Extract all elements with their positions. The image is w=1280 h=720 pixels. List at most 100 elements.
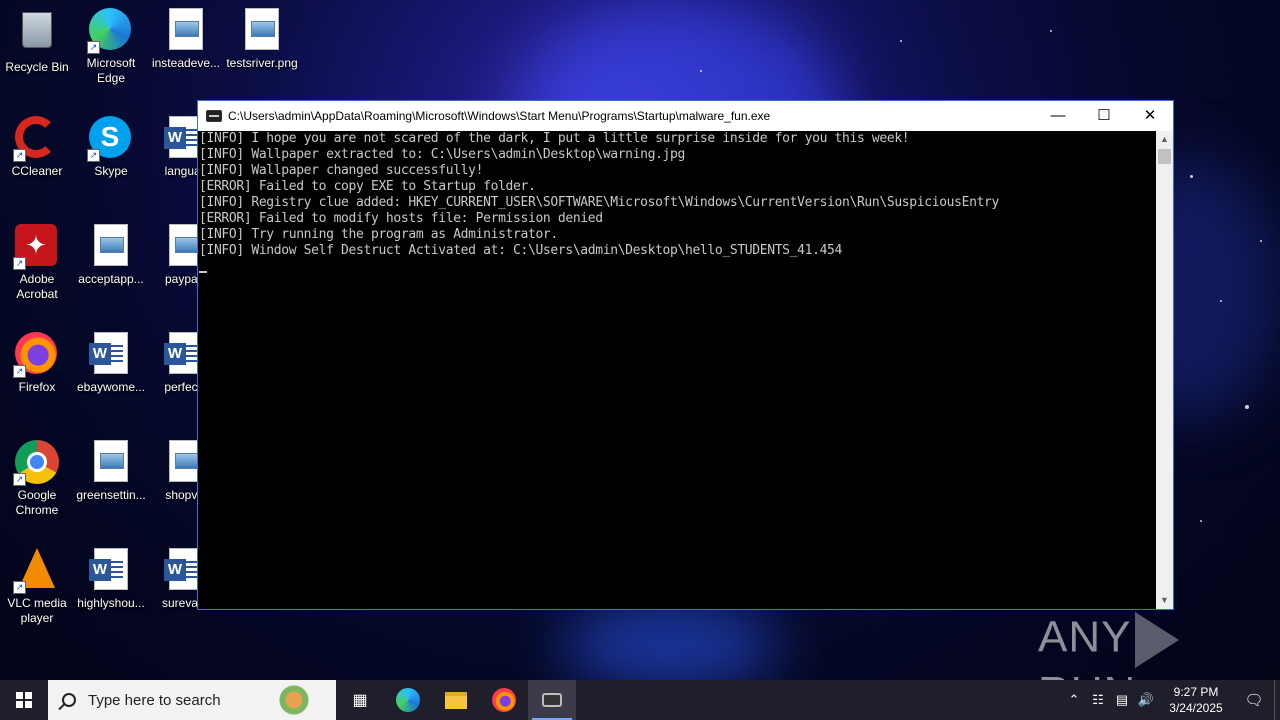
acrobat-icon: ✦ ↗ [13, 224, 59, 270]
desktop-icon-file[interactable]: greensettin... [75, 440, 147, 503]
maximize-button[interactable]: ☐ [1081, 101, 1127, 131]
search-icon [62, 693, 76, 707]
search-highlight-icon [270, 684, 330, 716]
desktop-icon-label: Adobe Acrobat [16, 272, 58, 301]
desktop-icon-label: testsriver.png [226, 56, 298, 70]
desktop-icon-acrobat[interactable]: ✦ ↗ Adobe Acrobat [1, 224, 73, 302]
star [1260, 240, 1262, 242]
edge-icon [396, 688, 420, 712]
star [1220, 300, 1222, 302]
chrome-icon: ↗ [13, 440, 59, 486]
desktop-icon-label: VLC media player [7, 596, 67, 625]
console-line: [ERROR] Failed to modify hosts file: Per… [199, 211, 603, 226]
text-cursor [199, 271, 207, 273]
firefox-icon: ↗ [13, 332, 59, 378]
window-title: C:\Users\admin\AppData\Roaming\Microsoft… [228, 109, 771, 123]
system-tray: ⌃ ☷ ▤ 🔊 9:27 PM 3/24/2025 🗨 [1062, 680, 1280, 720]
desktop-icon-label: ebaywome... [76, 380, 146, 394]
desktop-icon-label: Firefox [18, 380, 56, 394]
desktop-icon-label: Microsoft Edge [86, 56, 136, 85]
desktop-icon-vlc[interactable]: ↗ VLC media player [1, 548, 73, 626]
desktop-icon-label: Google Chrome [15, 488, 59, 517]
vlc-icon: ↗ [13, 548, 59, 594]
taskbar-console[interactable] [528, 680, 576, 720]
play-logo-icon [1135, 612, 1180, 668]
desktop-icon-label: greensettin... [76, 488, 146, 502]
network-icon[interactable]: ▤ [1110, 692, 1134, 708]
clock[interactable]: 9:27 PM 3/24/2025 [1158, 684, 1234, 716]
windows-logo-icon [16, 692, 32, 708]
notification-icon[interactable]: 🗨 [1234, 691, 1274, 709]
firefox-icon [492, 688, 516, 712]
desktop-icon-file[interactable]: acceptapp... [75, 224, 147, 287]
desktop-icon-label: highlyshou... [77, 596, 145, 610]
desktop-icon-file[interactable]: testsriver.png [226, 8, 298, 71]
star [1245, 405, 1249, 409]
console-line: [INFO] Wallpaper changed successfully! [199, 163, 484, 178]
clock-date: 3/24/2025 [1169, 701, 1223, 715]
desktop-icon-edge[interactable]: ↗ Microsoft Edge [75, 8, 147, 86]
skype-icon: S ↗ [87, 116, 133, 162]
star [1190, 175, 1193, 178]
recycle-bin-icon [15, 12, 59, 56]
console-line: [INFO] Registry clue added: HKEY_CURRENT… [199, 195, 1000, 210]
desktop-icon-label: Skype [94, 164, 128, 178]
desktop-icon-label: CCleaner [11, 164, 63, 178]
clock-time: 9:27 PM [1173, 685, 1219, 699]
image-file-icon [89, 440, 133, 484]
desktop-icon-file[interactable]: W highlyshou... [75, 548, 147, 611]
console-titlebar[interactable]: C:\Users\admin\AppData\Roaming\Microsoft… [198, 101, 1173, 131]
console-window[interactable]: C:\Users\admin\AppData\Roaming\Microsoft… [197, 100, 1174, 610]
taskbar-edge[interactable] [384, 680, 432, 720]
volume-icon[interactable]: 🔊 [1134, 692, 1158, 708]
edge-icon: ↗ [87, 8, 133, 54]
desktop-icon-file[interactable]: insteadeve... [150, 8, 222, 71]
console-line: [INFO] Window Self Destruct Activated at… [199, 243, 842, 258]
image-file-icon [89, 224, 133, 268]
start-button[interactable] [0, 680, 48, 720]
desktop-icon-label: acceptapp... [78, 272, 144, 286]
console-line: [ERROR] Failed to copy EXE to Startup fo… [199, 179, 536, 194]
minimize-button[interactable]: — [1035, 101, 1081, 131]
scroll-up-icon[interactable]: ▲ [1156, 131, 1173, 148]
vertical-scrollbar[interactable]: ▲ ▼ [1156, 131, 1173, 609]
console-output[interactable]: [INFO] I hope you are not scared of the … [198, 131, 1157, 609]
word-doc-icon: W [89, 332, 133, 376]
star [1200, 520, 1202, 522]
scroll-thumb[interactable] [1158, 149, 1171, 164]
desktop-icon-ccleaner[interactable]: ↗ CCleaner [1, 116, 73, 179]
task-view-icon: ▦ [352, 692, 368, 709]
desktop-icon-label: insteadeve... [151, 56, 221, 70]
desktop-icon-file[interactable]: W ebaywome... [75, 332, 147, 395]
taskbar: Type here to search ▦ ⌃ ☷ ▤ 🔊 9:27 PM 3/… [0, 680, 1280, 720]
scroll-down-icon[interactable]: ▼ [1156, 592, 1173, 609]
taskbar-file-explorer[interactable] [432, 680, 480, 720]
desktop-icon-firefox[interactable]: ↗ Firefox [1, 332, 73, 395]
search-box[interactable]: Type here to search [48, 680, 336, 720]
word-doc-icon: W [89, 548, 133, 592]
show-desktop-button[interactable] [1274, 680, 1280, 720]
star [1050, 30, 1052, 32]
taskbar-firefox[interactable] [480, 680, 528, 720]
ccleaner-icon: ↗ [13, 116, 59, 162]
desktop-icon-chrome[interactable]: ↗ Google Chrome [1, 440, 73, 518]
console-line: [INFO] Wallpaper extracted to: C:\Users\… [199, 147, 685, 162]
file-explorer-icon [445, 691, 467, 709]
close-button[interactable]: ✕ [1127, 101, 1173, 131]
desktop-icon-skype[interactable]: S ↗ Skype [75, 116, 147, 179]
chevron-up-icon[interactable]: ⌃ [1062, 692, 1086, 708]
console-line: [INFO] I hope you are not scared of the … [199, 131, 910, 146]
image-file-icon [240, 8, 284, 52]
star [900, 40, 902, 42]
device-icon[interactable]: ☷ [1086, 692, 1110, 708]
image-file-icon [164, 8, 208, 52]
wallpaper-glow [560, 600, 780, 690]
desktop-icon-label: Recycle Bin [5, 60, 69, 74]
star [700, 70, 702, 72]
desktop-icon-recycle-bin[interactable]: Recycle Bin [1, 8, 73, 75]
search-placeholder: Type here to search [88, 691, 221, 709]
console-app-icon [206, 110, 222, 122]
taskbar-task-view[interactable]: ▦ [336, 680, 384, 720]
console-app-icon [542, 693, 562, 707]
console-line: [INFO] Try running the program as Admini… [199, 227, 558, 242]
